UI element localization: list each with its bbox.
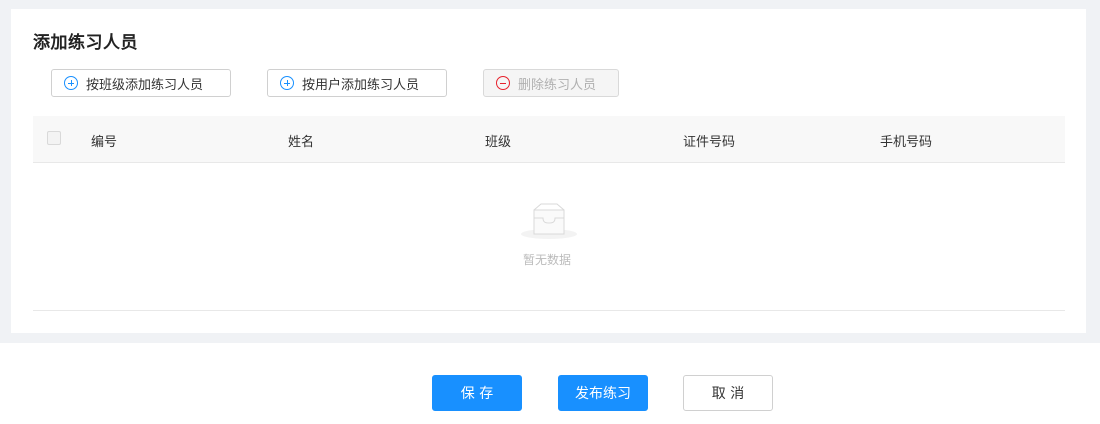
column-header-id-number[interactable]: 证件号码 [683,131,735,150]
delete-members-button[interactable]: 删除练习人员 [483,69,619,97]
save-button[interactable]: 保 存 [432,375,522,411]
plus-circle-icon [64,76,78,90]
practice-members-card: 添加练习人员 按班级添加练习人员 按用户添加练习人员 删除练习人员 编号 姓名 … [11,9,1086,333]
delete-members-label: 删除练习人员 [518,77,597,93]
empty-inbox-icon [521,203,577,239]
publish-practice-button[interactable]: 发布练习 [558,375,648,411]
table-bottom-divider [33,310,1065,311]
empty-state-text: 暂无数据 [523,253,572,267]
cancel-button[interactable]: 取 消 [683,375,773,411]
minus-circle-icon [496,76,510,90]
add-by-user-button[interactable]: 按用户添加练习人员 [267,69,447,97]
plus-circle-icon [280,76,294,90]
section-title: 添加练习人员 [33,33,138,53]
add-by-user-label: 按用户添加练习人员 [302,77,420,93]
column-header-number[interactable]: 编号 [91,131,117,150]
column-header-class[interactable]: 班级 [485,131,511,150]
table-header: 编号 姓名 班级 证件号码 手机号码 [33,116,1065,163]
add-by-class-button[interactable]: 按班级添加练习人员 [51,69,231,97]
column-header-name[interactable]: 姓名 [288,131,314,150]
add-by-class-label: 按班级添加练习人员 [86,77,204,93]
column-header-phone[interactable]: 手机号码 [880,131,932,150]
select-all-checkbox[interactable] [47,131,61,145]
